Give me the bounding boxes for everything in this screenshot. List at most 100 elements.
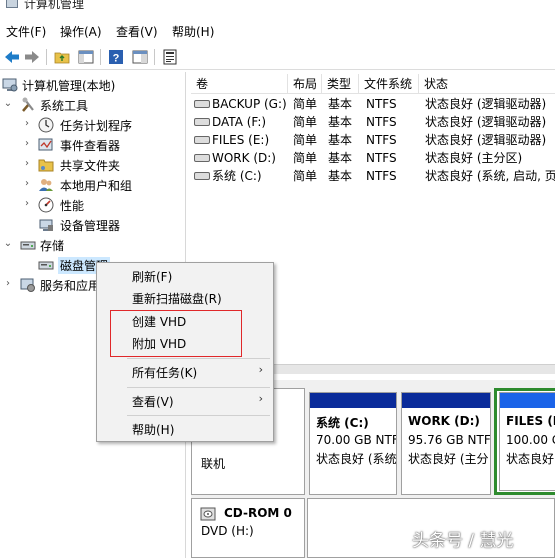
title-bar: 计算机管理 [0, 0, 555, 14]
extra-icon[interactable] [160, 47, 179, 66]
partition-status: 状态良好 (主分 [408, 452, 489, 466]
chevron-right-icon[interactable]: › [22, 178, 32, 189]
tree-item-performance[interactable]: › 性能 [0, 195, 186, 215]
computer-mgmt-icon [6, 0, 18, 8]
tree-item-device-manager[interactable]: 设备管理器 [0, 215, 186, 235]
volume-type: 基本 [328, 115, 353, 129]
chevron-right-icon[interactable]: › [22, 138, 32, 149]
tree-item-label: 系统工具 [40, 99, 89, 113]
chevron-down-icon[interactable]: ⌄ [3, 238, 13, 249]
chevron-right-icon[interactable]: › [3, 278, 13, 289]
cdrom-drive: DVD (H:) [201, 524, 254, 538]
volume-status: 状态良好 (逻辑驱动器) [425, 115, 547, 129]
chevron-down-icon[interactable]: ⌄ [3, 98, 13, 109]
menu-item-all-tasks[interactable]: 所有任务(K) [132, 364, 197, 381]
tree-item-storage[interactable]: ⌄ 存储 [0, 235, 186, 255]
volume-fs: NTFS [366, 97, 397, 111]
volume-name: DATA (F:) [212, 115, 267, 129]
submenu-arrow-icon: › [258, 392, 263, 405]
tree-item-event-viewer[interactable]: › 事件查看器 [0, 135, 186, 155]
volume-type: 基本 [328, 151, 353, 165]
volume-name: WORK (D:) [212, 151, 276, 165]
chevron-right-icon[interactable]: › [22, 198, 32, 209]
menu-item-rescan-disks[interactable]: 重新扫描磁盘(R) [132, 290, 222, 307]
folder-up-icon[interactable] [52, 47, 71, 66]
tree-item-label: 本地用户和组 [60, 179, 133, 193]
partition-status: 状态良好 (系统 [316, 452, 397, 466]
table-row[interactable]: WORK (D:) 简单 基本 NTFS 状态良好 (主分区) [191, 149, 555, 167]
chevron-right-icon[interactable]: › [22, 158, 32, 169]
shared-folder-icon [38, 157, 54, 173]
cdrom-label[interactable]: CD-ROM 0 DVD (H:) [191, 498, 305, 558]
properties-icon[interactable] [130, 47, 149, 66]
volume-name: BACKUP (G:) [212, 97, 287, 111]
tree-item-label: 事件查看器 [60, 139, 121, 153]
toolbar-separator [100, 49, 101, 65]
disk-icon [38, 257, 54, 273]
menu-action[interactable]: 操作(A) [60, 23, 102, 40]
tree-item-label: 性能 [60, 199, 85, 213]
storage-icon [20, 237, 36, 253]
back-icon[interactable] [2, 47, 21, 66]
tree-item-shared-folders[interactable]: › 共享文件夹 [0, 155, 186, 175]
forward-icon[interactable] [22, 47, 41, 66]
table-row[interactable]: 系统 (C:) 简单 基本 NTFS 状态良好 (系统, 启动, 页 [191, 167, 555, 185]
users-icon [38, 177, 54, 193]
toolbar-separator [46, 49, 47, 65]
partition-e[interactable]: FILES (E 100.00 G 状态良好 [499, 392, 555, 491]
partition-name: 系统 (C:) [316, 416, 369, 430]
partition-d[interactable]: WORK (D:) 95.76 GB NTF 状态良好 (主分 [401, 392, 491, 495]
column-header-volume[interactable]: 卷 [191, 74, 288, 94]
drive-icon [194, 118, 210, 126]
menu-item-view[interactable]: 查看(V) [132, 393, 174, 410]
partition-status: 状态良好 [506, 452, 555, 466]
show-hide-tree-icon[interactable] [76, 47, 95, 66]
partition-c[interactable]: 系统 (C:) 70.00 GB NTF 状态良好 (系统 [309, 392, 397, 495]
volume-layout: 简单 [293, 133, 318, 147]
drive-icon [194, 154, 210, 162]
volume-status: 状态良好 (逻辑驱动器) [425, 97, 547, 111]
column-header-filesystem[interactable]: 文件系统 [359, 74, 419, 94]
table-row[interactable]: BACKUP (G:) 简单 基本 NTFS 状态良好 (逻辑驱动器) [191, 95, 555, 113]
volume-type: 基本 [328, 97, 353, 111]
tree-item-local-users-groups[interactable]: › 本地用户和组 [0, 175, 186, 195]
volume-status: 状态良好 (主分区) [425, 151, 523, 165]
column-header-layout[interactable]: 布局 [288, 74, 322, 94]
tree-item-task-scheduler[interactable]: › 任务计划程序 [0, 115, 186, 135]
column-header-type[interactable]: 类型 [322, 74, 359, 94]
volume-status: 状态良好 (系统, 启动, 页 [425, 169, 555, 183]
tree-item-label: 存储 [40, 239, 65, 253]
volume-layout: 简单 [293, 97, 318, 111]
tree-item-system-tools[interactable]: ⌄ 系统工具 [0, 95, 186, 115]
drive-icon [194, 136, 210, 144]
tree-item-label: 共享文件夹 [60, 159, 121, 173]
volume-layout: 简单 [293, 115, 318, 129]
partition-bar [310, 393, 396, 408]
performance-icon [38, 197, 54, 213]
partition-size: 70.00 GB NTF [316, 433, 397, 447]
volume-type: 基本 [328, 133, 353, 147]
clock-icon [38, 117, 54, 133]
volume-name: 系统 (C:) [212, 169, 262, 183]
tree-item-label: 计算机管理(本地) [22, 79, 116, 93]
menu-help[interactable]: 帮助(H) [172, 23, 214, 40]
device-manager-icon [38, 217, 54, 233]
table-row[interactable]: FILES (E:) 简单 基本 NTFS 状态良好 (逻辑驱动器) [191, 131, 555, 149]
drive-icon [194, 172, 210, 180]
menu-separator [127, 358, 270, 359]
chevron-right-icon[interactable]: › [22, 118, 32, 129]
toolbar-separator [154, 49, 155, 65]
toolbar: ? [0, 44, 555, 70]
window-title: 计算机管理 [24, 0, 85, 11]
table-row[interactable]: DATA (F:) 简单 基本 NTFS 状态良好 (逻辑驱动器) [191, 113, 555, 131]
menu-view[interactable]: 查看(V) [116, 23, 158, 40]
partition-size: 100.00 G [506, 433, 555, 447]
tree-item-computer-management[interactable]: 计算机管理(本地) [0, 75, 186, 95]
menu-item-refresh[interactable]: 刷新(F) [132, 268, 172, 285]
volume-name: FILES (E:) [212, 133, 270, 147]
column-header-status[interactable]: 状态 [419, 74, 555, 94]
menu-item-help[interactable]: 帮助(H) [132, 421, 174, 438]
help-icon[interactable]: ? [106, 47, 125, 66]
volume-status: 状态良好 (逻辑驱动器) [425, 133, 547, 147]
menu-file[interactable]: 文件(F) [6, 23, 46, 40]
